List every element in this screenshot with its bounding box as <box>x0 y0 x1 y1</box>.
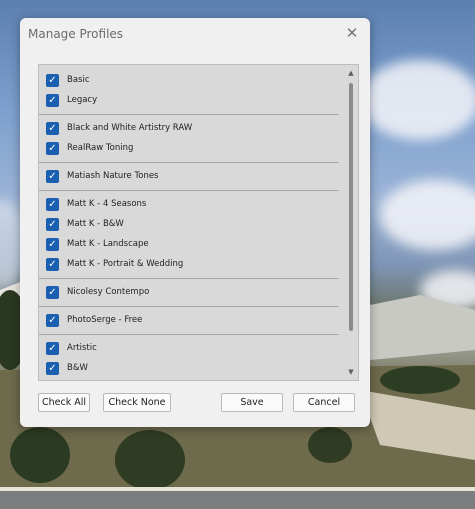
profile-label: Matt K - Landscape <box>67 239 149 249</box>
profile-label: Basic <box>67 75 90 85</box>
profile-row[interactable]: ✓ Nicolesy Contempo <box>39 282 339 302</box>
scroll-up-arrow-icon[interactable]: ▲ <box>347 69 355 77</box>
profile-label: Matiash Nature Tones <box>67 171 159 181</box>
profile-label: RealRaw Toning <box>67 143 134 153</box>
profile-row[interactable]: ✓ Legacy <box>39 90 339 110</box>
dialog-title: Manage Profiles <box>28 27 124 41</box>
profiles-list[interactable]: ✓ Basic ✓ Legacy ✓ Black and White Artistry R… <box>38 64 359 381</box>
check-none-button[interactable]: Check None <box>103 393 171 412</box>
profile-row[interactable]: ✓ Basic <box>39 70 339 90</box>
profile-group: ✓ PhotoSerge - Free <box>39 307 339 335</box>
profile-checkbox[interactable]: ✓ <box>46 73 59 87</box>
profile-group: ✓ Black and White Artistry RAW ✓ RealRaw To… <box>39 115 339 163</box>
profile-label: Matt K - Portrait & Wedding <box>67 259 184 269</box>
profile-label: Matt K - B&W <box>67 219 124 229</box>
profile-group: ✓ Basic ✓ Legacy <box>39 65 339 115</box>
profile-checkbox[interactable]: ✓ <box>46 361 59 375</box>
cancel-button[interactable]: Cancel <box>293 393 355 412</box>
profile-group: ✓ Matiash Nature Tones <box>39 163 339 191</box>
profile-checkbox[interactable]: ✓ <box>46 121 59 135</box>
profile-checkbox[interactable]: ✓ <box>46 341 59 355</box>
profile-group: ✓ Matt K - 4 Seasons ✓ Matt K - B&W ✓ Matt K … <box>39 191 339 279</box>
manage-profiles-dialog: Manage Profiles ✕ ✓ Basic ✓ Legacy ✓ Black an… <box>20 18 370 427</box>
profile-row[interactable]: ✓ Matt K - Landscape <box>39 234 339 254</box>
profile-checkbox[interactable]: ✓ <box>46 169 59 183</box>
profile-label: Matt K - 4 Seasons <box>67 199 147 209</box>
save-button[interactable]: Save <box>221 393 283 412</box>
profile-checkbox[interactable]: ✓ <box>46 237 59 251</box>
profile-row[interactable]: ✓ Black and White Artistry RAW <box>39 118 339 138</box>
profile-group: ✓ Nicolesy Contempo <box>39 279 339 307</box>
scroll-down-arrow-icon[interactable]: ▼ <box>347 368 355 376</box>
profile-checkbox[interactable]: ✓ <box>46 197 59 211</box>
profile-label: Legacy <box>67 95 98 105</box>
profile-groups: ✓ Basic ✓ Legacy ✓ Black and White Artistry R… <box>39 65 339 380</box>
profile-label: Black and White Artistry RAW <box>67 123 193 133</box>
scroll-thumb[interactable] <box>349 83 353 331</box>
close-icon[interactable]: ✕ <box>344 25 360 41</box>
profile-row[interactable]: ✓ Artistic <box>39 338 339 358</box>
profile-label: PhotoSerge - Free <box>67 315 143 325</box>
profile-checkbox[interactable]: ✓ <box>46 93 59 107</box>
profile-row[interactable]: ✓ Matt K - Portrait & Wedding <box>39 254 339 274</box>
check-all-button[interactable]: Check All <box>38 393 90 412</box>
profile-checkbox[interactable]: ✓ <box>46 257 59 271</box>
profile-row[interactable]: ✓ Matiash Nature Tones <box>39 166 339 186</box>
profile-label: Nicolesy Contempo <box>67 287 150 297</box>
profile-label: B&W <box>67 363 88 373</box>
profile-row[interactable]: ✓ RealRaw Toning <box>39 138 339 158</box>
profile-row[interactable]: ✓ Matt K - 4 Seasons <box>39 194 339 214</box>
profile-group: ✓ Artistic ✓ B&W <box>39 335 339 380</box>
profile-checkbox[interactable]: ✓ <box>46 217 59 231</box>
profile-row[interactable]: ✓ PhotoSerge - Free <box>39 310 339 330</box>
profile-label: Artistic <box>67 343 97 353</box>
profile-checkbox[interactable]: ✓ <box>46 141 59 155</box>
profile-row[interactable]: ✓ Matt K - B&W <box>39 214 339 234</box>
scrollbar[interactable]: ▲ ▼ <box>344 65 358 380</box>
profile-checkbox[interactable]: ✓ <box>46 285 59 299</box>
profile-row[interactable]: ✓ B&W <box>39 358 339 378</box>
title-bar: Manage Profiles ✕ <box>20 18 370 48</box>
profile-checkbox[interactable]: ✓ <box>46 313 59 327</box>
